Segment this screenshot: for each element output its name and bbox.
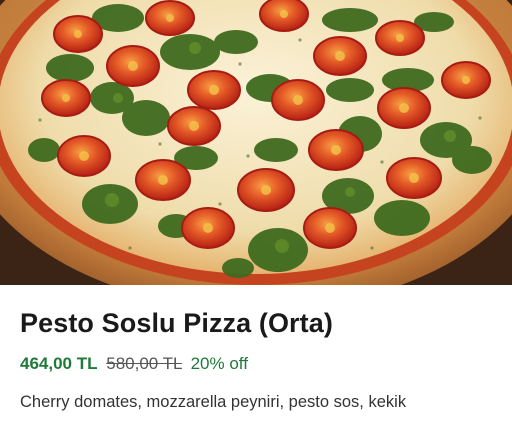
product-info: Pesto Soslu Pizza (Orta) 464,00 TL 580,0… — [20, 297, 496, 413]
original-price: 580,00 TL — [106, 354, 182, 373]
product-card[interactable]: Pesto Soslu Pizza (Orta) 464,00 TL 580,0… — [0, 0, 512, 425]
current-price: 464,00 TL — [20, 354, 98, 373]
product-image[interactable] — [0, 0, 512, 285]
discount-label: 20% off — [190, 354, 248, 373]
pizza-illustration — [0, 0, 512, 285]
product-description: Cherry domates, mozzarella peyniri, pest… — [20, 393, 407, 411]
price-row: 464,00 TL 580,00 TL 20% off — [20, 353, 496, 375]
product-title: Pesto Soslu Pizza (Orta) — [20, 308, 333, 338]
